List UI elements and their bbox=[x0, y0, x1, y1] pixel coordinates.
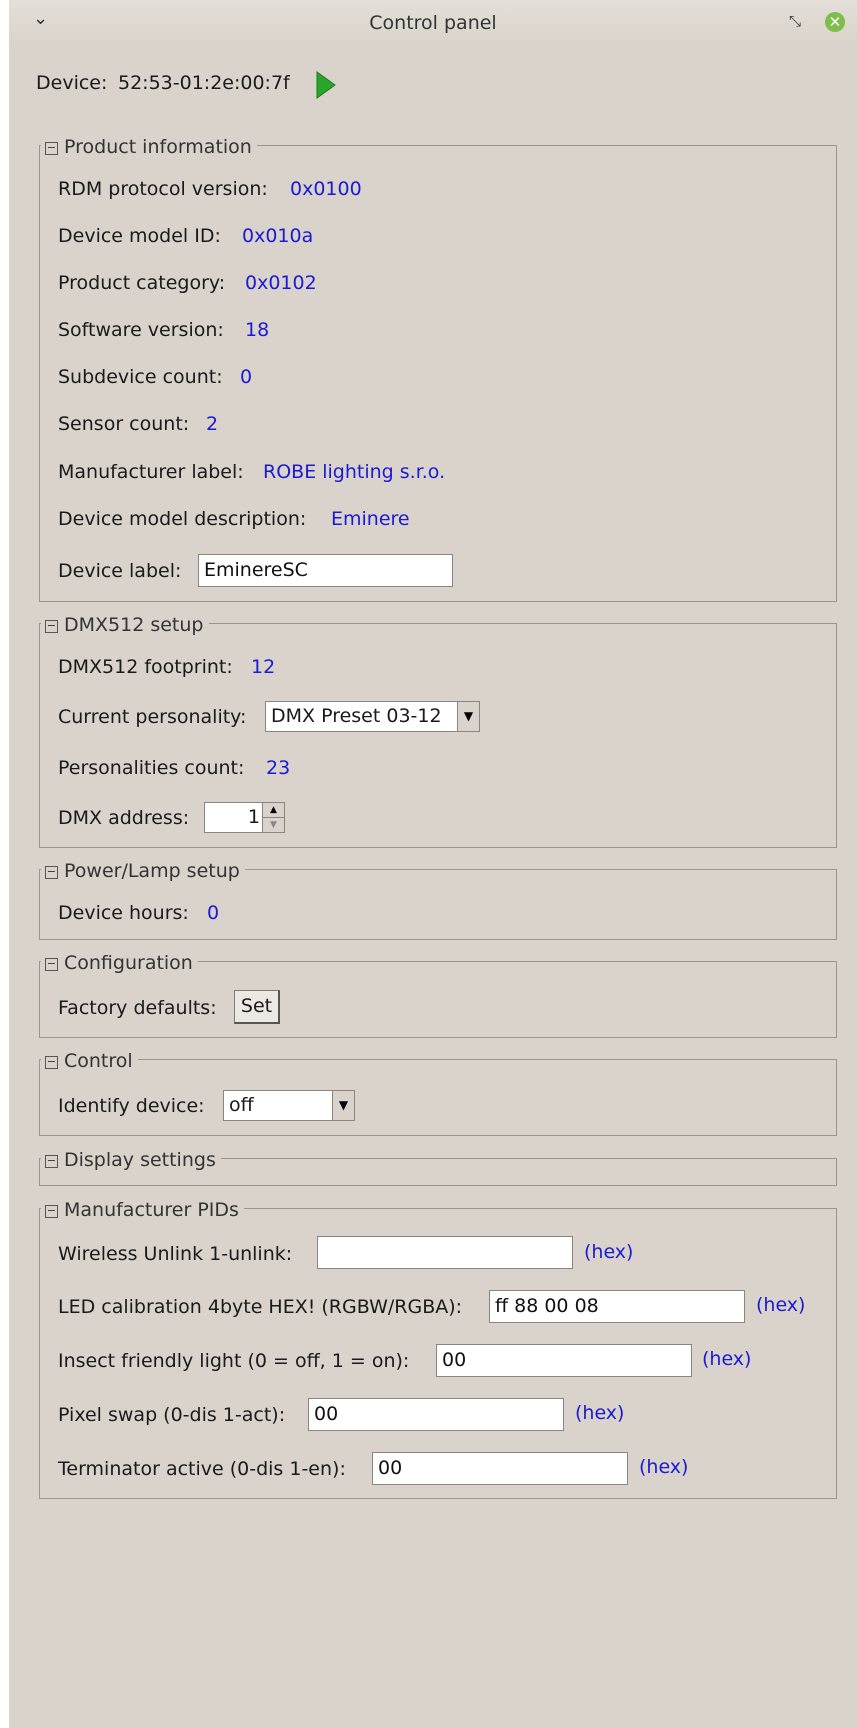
dmx-address-value: 1 bbox=[247, 806, 260, 828]
display-settings-legend[interactable]: − Display settings bbox=[41, 1149, 221, 1171]
device-id: 52:53-01:2e:00:7f bbox=[118, 72, 290, 94]
software-version-value: 18 bbox=[245, 319, 270, 341]
window-title: Control panel bbox=[369, 12, 497, 34]
device-label-label: Device label: bbox=[58, 560, 182, 582]
device-hours-value: 0 bbox=[207, 902, 220, 924]
personalities-count-label: Personalities count: bbox=[58, 757, 245, 779]
identify-selected-value: off bbox=[229, 1094, 254, 1116]
device-label-input[interactable]: EminereSC bbox=[198, 554, 453, 587]
dmx-address-stepper[interactable]: 1 ▲ ▼ bbox=[204, 802, 285, 833]
hex-unit-label: (hex) bbox=[575, 1402, 625, 1424]
footprint-value: 12 bbox=[251, 656, 276, 678]
product-info-legend[interactable]: − Product information bbox=[41, 136, 257, 158]
control-legend[interactable]: − Control bbox=[41, 1050, 138, 1072]
dmx-address-label: DMX address: bbox=[58, 807, 190, 829]
personalities-count-value: 23 bbox=[266, 757, 291, 779]
factory-defaults-label: Factory defaults: bbox=[58, 997, 217, 1019]
factory-defaults-set-button[interactable]: Set bbox=[234, 990, 280, 1024]
sensor-count-label: Sensor count: bbox=[58, 413, 190, 435]
collapse-icon[interactable]: − bbox=[45, 1205, 58, 1218]
display-settings-title: Display settings bbox=[64, 1149, 216, 1171]
device-hours-label: Device hours: bbox=[58, 902, 189, 924]
model-id-label: Device model ID: bbox=[58, 225, 221, 247]
led-calibration-input[interactable]: ff 88 00 08 bbox=[489, 1290, 745, 1323]
rdm-protocol-label: RDM protocol version: bbox=[58, 178, 268, 200]
software-version-label: Software version: bbox=[58, 319, 224, 341]
title-bar: ⌄ Control panel ⤡ ✕ bbox=[9, 0, 857, 46]
decrement-icon[interactable]: ▼ bbox=[263, 818, 284, 832]
model-id-value: 0x010a bbox=[242, 225, 314, 247]
dmx-setup-title: DMX512 setup bbox=[64, 614, 204, 636]
sensor-count-value: 2 bbox=[206, 413, 219, 435]
collapse-icon[interactable]: − bbox=[45, 866, 58, 879]
collapse-icon[interactable]: − bbox=[45, 958, 58, 971]
collapse-icon[interactable]: − bbox=[45, 142, 58, 155]
collapse-icon[interactable]: − bbox=[45, 620, 58, 633]
configuration-legend[interactable]: − Configuration bbox=[41, 952, 198, 974]
subdevice-count-label: Subdevice count: bbox=[58, 366, 223, 388]
manufacturer-label-value: ROBE lighting s.r.o. bbox=[263, 461, 446, 483]
restore-icon[interactable]: ⤡ bbox=[789, 12, 801, 30]
identify-device-select[interactable]: off ▼ bbox=[223, 1090, 355, 1121]
insect-friendly-input[interactable]: 00 bbox=[436, 1344, 692, 1377]
hex-unit-label: (hex) bbox=[584, 1241, 634, 1263]
model-description-label: Device model description: bbox=[58, 508, 307, 530]
subdevice-count-value: 0 bbox=[240, 366, 253, 388]
collapse-icon[interactable]: − bbox=[45, 1155, 58, 1168]
manufacturer-pids-legend[interactable]: − Manufacturer PIDs bbox=[41, 1199, 244, 1221]
insect-friendly-label: Insect friendly light (0 = off, 1 = on): bbox=[58, 1350, 410, 1372]
chevron-down-icon[interactable]: ▼ bbox=[457, 702, 479, 731]
manufacturer-label-label: Manufacturer label: bbox=[58, 461, 244, 483]
personality-select[interactable]: DMX Preset 03-12 ▼ bbox=[265, 701, 480, 732]
play-icon[interactable] bbox=[315, 70, 337, 100]
pixel-swap-label: Pixel swap (0-dis 1-act): bbox=[58, 1404, 286, 1426]
hex-unit-label: (hex) bbox=[639, 1456, 689, 1478]
personality-label: Current personality: bbox=[58, 706, 247, 728]
configuration-title: Configuration bbox=[64, 952, 193, 974]
power-lamp-legend[interactable]: − Power/Lamp setup bbox=[41, 860, 245, 882]
dmx-setup-legend[interactable]: − DMX512 setup bbox=[41, 614, 209, 636]
device-label: Device: bbox=[36, 72, 108, 94]
control-panel-window: ⌄ Control panel ⤡ ✕ Device: 52:53-01:2e:… bbox=[9, 0, 857, 1728]
product-category-label: Product category: bbox=[58, 272, 226, 294]
power-lamp-title: Power/Lamp setup bbox=[64, 860, 240, 882]
product-category-value: 0x0102 bbox=[245, 272, 317, 294]
close-icon[interactable]: ✕ bbox=[825, 12, 845, 32]
footprint-label: DMX512 footprint: bbox=[58, 656, 233, 678]
collapse-icon[interactable]: − bbox=[45, 1056, 58, 1069]
model-description-value: Eminere bbox=[331, 508, 410, 530]
control-title: Control bbox=[64, 1050, 133, 1072]
increment-icon[interactable]: ▲ bbox=[263, 803, 284, 818]
chevron-down-icon[interactable]: ▼ bbox=[332, 1091, 354, 1120]
personality-selected-value: DMX Preset 03-12 bbox=[271, 705, 442, 727]
rdm-protocol-value: 0x0100 bbox=[290, 178, 362, 200]
pixel-swap-input[interactable]: 00 bbox=[308, 1398, 564, 1431]
product-info-title: Product information bbox=[64, 136, 252, 158]
terminator-label: Terminator active (0-dis 1-en): bbox=[58, 1458, 346, 1480]
identify-device-label: Identify device: bbox=[58, 1095, 205, 1117]
manufacturer-pids-title: Manufacturer PIDs bbox=[64, 1199, 239, 1221]
terminator-input[interactable]: 00 bbox=[372, 1452, 628, 1485]
wireless-unlink-input[interactable] bbox=[317, 1236, 573, 1269]
hex-unit-label: (hex) bbox=[756, 1294, 806, 1316]
hex-unit-label: (hex) bbox=[702, 1348, 752, 1370]
wireless-unlink-label: Wireless Unlink 1-unlink: bbox=[58, 1243, 293, 1265]
led-calibration-label: LED calibration 4byte HEX! (RGBW/RGBA): bbox=[58, 1296, 463, 1318]
